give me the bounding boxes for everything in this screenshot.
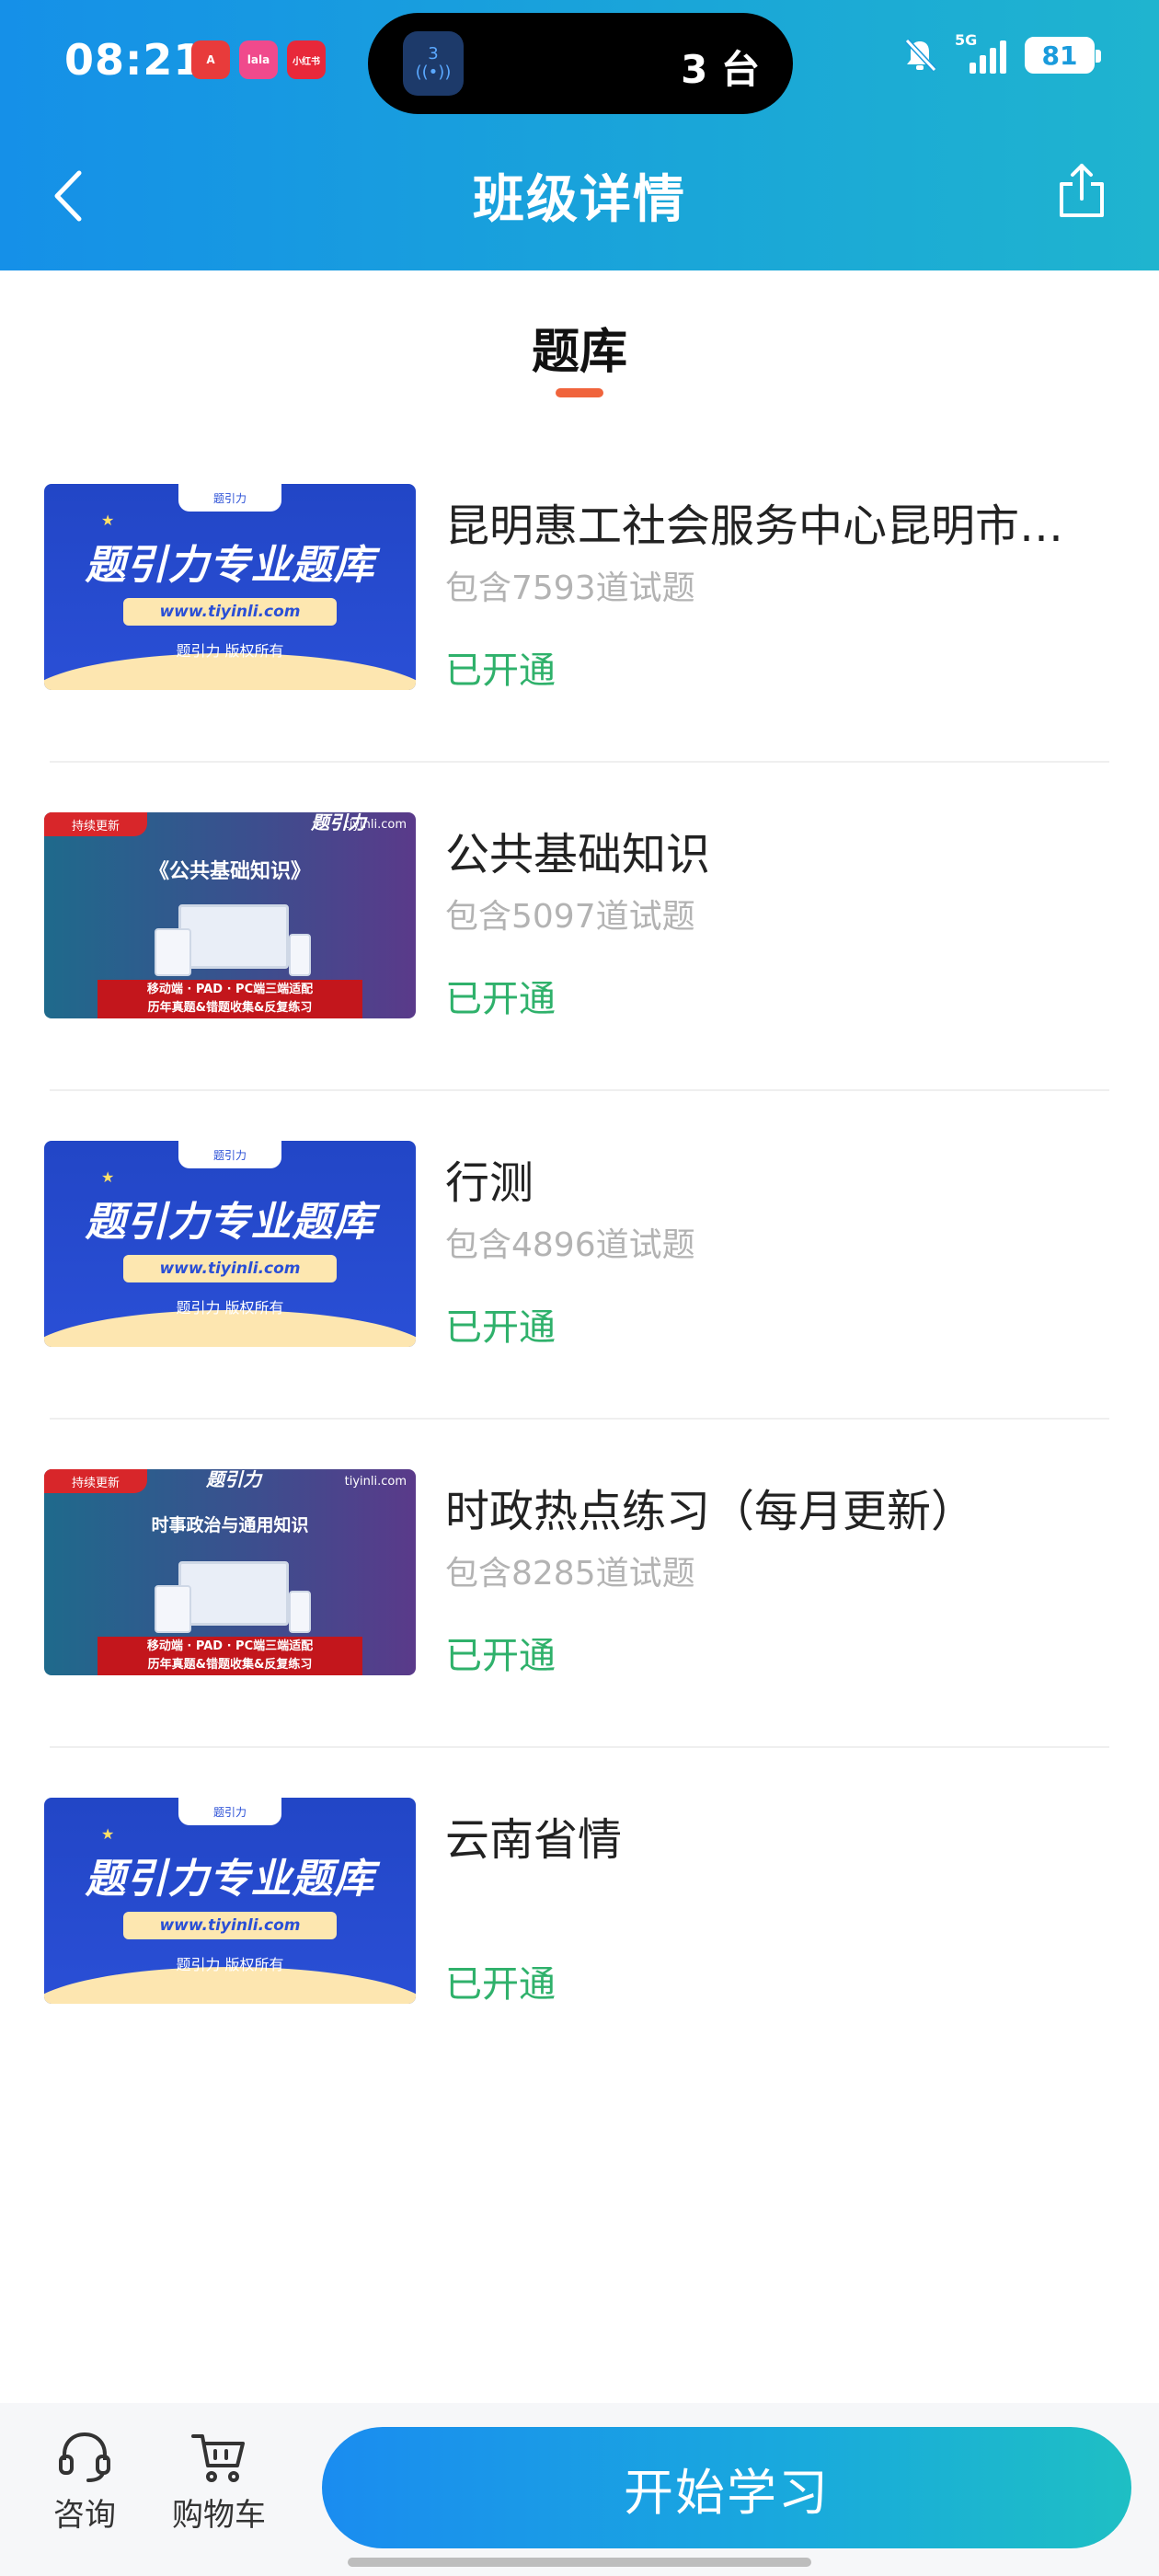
item-title: 行测 [445, 1157, 534, 1209]
item-status: 已开通 [445, 1963, 556, 2006]
dynamic-island[interactable]: 3 ((•)) 3 台 [368, 13, 793, 114]
thumbnail-url: www.tiyinli.com [123, 1912, 337, 1939]
thumbnail-copyright: 题引力 版权所有 [176, 1956, 284, 1973]
wireless-icon: ((•)) [415, 63, 452, 82]
list-item[interactable]: 题引力 ★ 题引力专业题库 www.tiyinli.com 题引力 版权所有 昆… [0, 432, 1159, 761]
course-thumbnail: 持续更新 题引力 tiyinli.com 《公共基础知识》 移动端 · PAD … [44, 812, 416, 1018]
consult-button[interactable]: 咨询 [29, 2429, 140, 2535]
list-item[interactable]: 题引力 ★ 题引力专业题库 www.tiyinli.com 题引力 版权所有 云… [0, 1746, 1159, 2075]
item-status: 已开通 [445, 978, 556, 1020]
item-status: 已开通 [445, 650, 556, 692]
thumbnail-copyright: 题引力 版权所有 [176, 642, 284, 660]
thumbnail-logo: 题引力 [206, 1469, 261, 1490]
status-bar: 08:21 A lala 小红书 3 ((•)) 3 台 5G 81 [0, 0, 1159, 129]
star-icon: ★ [101, 1825, 115, 1843]
course-thumbnail: 题引力 ★ 题引力专业题库 www.tiyinli.com 题引力 版权所有 [44, 1141, 416, 1347]
devices-illustration [155, 904, 311, 976]
xiaohongshu-icon: 小红书 [287, 40, 326, 79]
item-question-count: 包含5097道试题 [445, 898, 695, 936]
thumbnail-flag: 持续更新 [44, 812, 147, 836]
item-question-count: 包含4896道试题 [445, 1226, 695, 1264]
feature-line: 历年真题&错题收集&反复练习 [147, 1658, 313, 1672]
list-item[interactable]: 持续更新 题引力 tiyinli.com 时事政治与通用知识 移动端 · PAD… [0, 1418, 1159, 1746]
item-status: 已开通 [445, 1635, 556, 1677]
item-title: 公共基础知识 [445, 829, 711, 880]
cart-button[interactable]: 购物车 [164, 2429, 274, 2535]
question-bank-list: 题引力 ★ 题引力专业题库 www.tiyinli.com 题引力 版权所有 昆… [0, 432, 1159, 2075]
header: 08:21 A lala 小红书 3 ((•)) 3 台 5G 81 班级详情 [0, 0, 1159, 270]
course-thumbnail: 持续更新 题引力 tiyinli.com 时事政治与通用知识 移动端 · PAD… [44, 1469, 416, 1675]
battery-icon: 81 [1025, 37, 1101, 74]
thumbnail-url: www.tiyinli.com [123, 1255, 337, 1282]
tab-question-bank[interactable]: 题库 [0, 313, 1159, 382]
nfc-device-icon: 3 ((•)) [403, 31, 464, 96]
thumbnail-headline: 题引力专业题库 [85, 1199, 375, 1246]
thumbnail-url: www.tiyinli.com [123, 598, 337, 626]
island-device-count: 3 台 [681, 47, 760, 92]
thumbnail-copyright: 题引力 版权所有 [176, 1299, 284, 1317]
app-a-icon: A [191, 40, 230, 79]
consult-label: 咨询 [53, 2497, 116, 2534]
item-status: 已开通 [445, 1306, 556, 1349]
devices-illustration [155, 1561, 311, 1633]
course-thumbnail: 题引力 ★ 题引力专业题库 www.tiyinli.com 题引力 版权所有 [44, 484, 416, 690]
cellular-signal-icon: 5G [955, 31, 1008, 74]
feature-line: 历年真题&错题收集&反复练习 [147, 1001, 313, 1015]
bottom-action-bar: 咨询 购物车 开始学习 [0, 2403, 1159, 2576]
network-type: 5G [955, 31, 978, 49]
system-icons: 5G 81 [901, 31, 1101, 74]
island-icon-number: 3 [428, 44, 439, 64]
notification-app-icons: A lala 小红书 [191, 40, 326, 79]
headset-icon [59, 2432, 110, 2482]
item-title: 时政热点练习（每月更新） [445, 1486, 976, 1537]
thumbnail-tag: 题引力 [178, 1798, 281, 1825]
thumbnail-tag: 题引力 [178, 484, 281, 512]
cart-label: 购物车 [172, 2497, 266, 2534]
thumbnail-site: tiyinli.com [344, 818, 407, 832]
thumbnail-headline: 题引力专业题库 [85, 542, 375, 589]
thumbnail-flag: 持续更新 [44, 1469, 147, 1493]
thumbnail-heading: 时事政治与通用知识 [151, 1515, 309, 1535]
app-lala-icon: lala [239, 40, 278, 79]
shopping-cart-icon [191, 2434, 245, 2482]
status-time: 08:21 [64, 35, 204, 85]
bell-muted-icon [904, 38, 937, 73]
tab-active-indicator [556, 388, 603, 397]
start-learning-button[interactable]: 开始学习 [322, 2427, 1131, 2548]
item-question-count: 包含8285道试题 [445, 1555, 695, 1593]
thumbnail-site: tiyinli.com [344, 1475, 407, 1489]
list-item[interactable]: 持续更新 题引力 tiyinli.com 《公共基础知识》 移动端 · PAD … [0, 761, 1159, 1089]
thumbnail-headline: 题引力专业题库 [85, 1856, 375, 1903]
list-item[interactable]: 题引力 ★ 题引力专业题库 www.tiyinli.com 题引力 版权所有 行… [0, 1089, 1159, 1418]
thumbnail-features: 移动端 · PAD · PC端三端适配 历年真题&错题收集&反复练习 [98, 980, 362, 1018]
star-icon: ★ [101, 1168, 115, 1186]
home-indicator[interactable] [348, 2558, 811, 2567]
item-question-count: 包含7593道试题 [445, 569, 695, 607]
thumbnail-features: 移动端 · PAD · PC端三端适配 历年真题&错题收集&反复练习 [98, 1637, 362, 1675]
thumbnail-heading: 《公共基础知识》 [148, 860, 311, 883]
feature-line: 移动端 · PAD · PC端三端适配 [146, 1639, 314, 1653]
item-title: 云南省情 [445, 1814, 623, 1866]
item-title: 昆明惠工社会服务中心昆明市… [445, 500, 1064, 552]
thumbnail-tag: 题引力 [178, 1141, 281, 1168]
star-icon: ★ [101, 512, 115, 529]
page-title: 班级详情 [473, 170, 686, 230]
course-thumbnail: 题引力 ★ 题引力专业题库 www.tiyinli.com 题引力 版权所有 [44, 1798, 416, 2004]
feature-line: 移动端 · PAD · PC端三端适配 [146, 983, 314, 996]
share-icon[interactable] [1054, 158, 1109, 223]
